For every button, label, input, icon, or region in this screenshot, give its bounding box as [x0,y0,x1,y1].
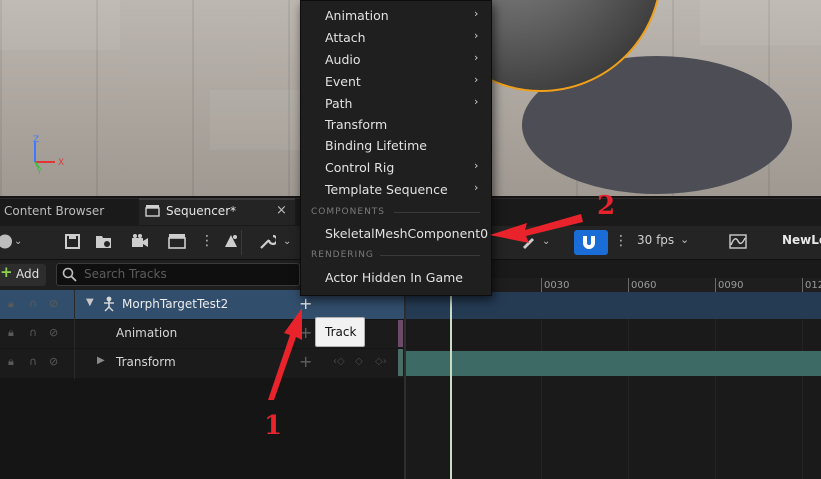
world-dropdown-chevron-icon[interactable]: ⌄ [14,233,22,250]
timeline-gridline [715,292,716,479]
submenu-arrow-icon: › [474,7,479,20]
column-divider [74,290,75,379]
curve-editor-icon[interactable] [729,233,747,250]
tab-content-browser[interactable]: Content Browser [4,204,104,218]
world-icon[interactable] [0,233,14,250]
menu-item-control-rig[interactable]: Control Rig [325,160,394,175]
next-key-icon[interactable]: ◇› [375,356,387,367]
submenu-arrow-icon: › [474,95,479,108]
playhead[interactable] [450,278,452,479]
ruler-tick-label: 0090 [718,280,744,291]
submenu-arrow-icon: › [474,181,479,194]
render-movie-icon[interactable] [168,233,186,250]
sequencer-tab-label: Sequencer* [166,204,237,218]
ruler-major-tick [802,278,803,292]
annotation-arrow-1 [268,308,302,400]
menu-item-event[interactable]: Event [325,74,361,89]
wrench-dropdown-chevron-icon[interactable]: ⌄ [283,233,291,250]
menu-item-audio[interactable]: Audio [325,52,361,67]
skeletal-mesh-icon [104,296,114,312]
transform-section-marker [398,349,403,376]
submenu-arrow-icon: › [474,159,479,172]
search-placeholder: Search Tracks [84,267,167,281]
annotation-number-2: 2 [597,191,616,221]
floor-tile [0,0,120,50]
toolbar-more-menu[interactable]: ⋮ [200,233,214,250]
timeline-gridline [541,292,542,479]
wrench-icon[interactable] [258,233,276,250]
transform-section-bar[interactable] [406,351,821,376]
headphones-icon[interactable]: ∩ [29,355,37,368]
add-button-label: Add [16,267,40,281]
snapping-options-menu[interactable]: ⋮ [614,233,628,250]
annotation-arrow-2 [490,214,583,243]
timeline-row-selected[interactable] [406,292,821,319]
track-label-morphtargettest2: MorphTargetTest2 [122,297,229,311]
headphones-icon[interactable]: ∩ [29,326,37,339]
menu-item-template-sequence[interactable]: Template Sequence [325,182,448,197]
actions-icon[interactable] [222,233,240,250]
menu-item-binding-lifetime[interactable]: Binding Lifetime [325,138,427,153]
menu-separator [380,255,480,256]
menu-item-animation[interactable]: Animation [325,8,389,23]
menu-separator [394,212,480,213]
axis-y-label: Y [36,167,42,174]
toolbar-separator [241,230,242,255]
animation-section-marker [398,320,403,347]
headphones-icon[interactable]: ∩ [29,297,37,310]
axis-x-label: X [58,158,64,168]
find-in-content-browser-icon[interactable] [95,233,113,250]
submenu-arrow-icon: › [474,51,479,64]
menu-item-attach[interactable]: Attach [325,30,366,45]
annotation-number-1: 1 [264,411,283,441]
lock-icon[interactable]: 🔒︎ [8,355,14,369]
submenu-arrow-icon: › [474,29,479,42]
mute-icon[interactable]: ⊘ [49,326,58,339]
menu-item-skeletalmeshcomponent0[interactable]: SkeletalMeshComponent0 [325,226,488,241]
ruler-tick-label: 0060 [631,280,657,291]
previous-key-icon[interactable]: ‹◇ [333,356,345,367]
axis-gizmo-icon: Z X Y [33,135,64,174]
menu-item-actor-hidden-in-game[interactable]: Actor Hidden In Game [325,270,463,285]
sequence-name-breadcrumb[interactable]: NewLe [782,233,821,247]
ruler-tick-label: 0030 [544,280,570,291]
lock-icon[interactable]: 🔒︎ [8,297,14,311]
ruler-major-tick [541,278,542,292]
clapperboard-icon [145,205,160,217]
chevron-down-icon[interactable]: ⌄ [680,233,689,246]
axis-z-label: Z [33,135,39,145]
menu-section-components: COMPONENTS [311,207,386,217]
track-label-transform: Transform [116,355,176,369]
mute-icon[interactable]: ⊘ [49,297,58,310]
timeline-gridline [628,292,629,479]
timeline-gridline [802,292,803,479]
submenu-arrow-icon: › [474,73,479,86]
menu-item-transform[interactable]: Transform [325,117,387,132]
ruler-major-tick [628,278,629,292]
ruler-tick-label: 012 [805,280,821,291]
menu-item-path[interactable]: Path [325,96,352,111]
expand-arrow-icon[interactable]: ▶ [97,355,105,366]
save-icon[interactable] [64,233,82,250]
close-tab-button[interactable]: × [276,203,287,218]
plus-icon: + [0,263,13,281]
track-label-animation: Animation [116,326,178,340]
search-icon [62,267,77,282]
camera-icon[interactable] [131,233,149,250]
floor-tile [700,0,821,45]
lock-icon[interactable]: 🔒︎ [8,326,14,340]
add-key-icon[interactable]: ◇ [355,356,363,367]
mute-icon[interactable]: ⊘ [49,355,58,368]
menu-section-rendering: RENDERING [311,250,374,260]
frame-rate-selector[interactable]: 30 fps [637,233,674,247]
ruler-major-tick [715,278,716,292]
expand-arrow-icon[interactable]: ▼ [86,297,94,308]
tooltip-text: Track [325,325,357,339]
